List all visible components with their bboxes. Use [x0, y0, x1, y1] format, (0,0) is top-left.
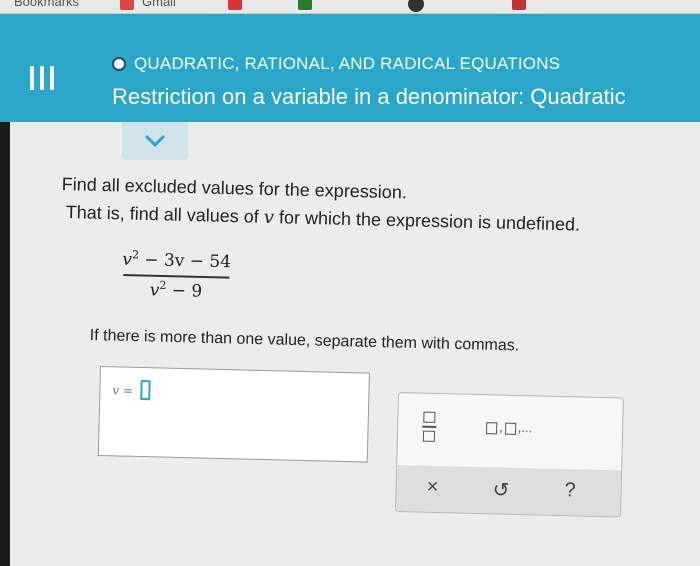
problem-panel: Find all excluded values for the express… [10, 122, 700, 566]
answer-label: v = [112, 383, 134, 398]
chevron-down-icon [145, 135, 165, 147]
app-header: QUADRATIC, RATIONAL, AND RADICAL EQUATIO… [0, 14, 700, 122]
question-text: for which the expression is undefined. [273, 207, 581, 235]
youtube-icon[interactable] [228, 0, 242, 10]
question-line-1: Find all excluded values for the express… [61, 174, 408, 203]
topic-text: QUADRATIC, RATIONAL, AND RADICAL EQUATIO… [134, 54, 561, 73]
sequence-dots: ,... [517, 419, 533, 436]
bookmark-circle-icon[interactable] [408, 0, 424, 12]
status-circle-icon [112, 57, 126, 71]
bookmark-gmail[interactable]: Gmail [142, 0, 176, 9]
topic-heading: QUADRATIC, RATIONAL, AND RADICAL EQUATIO… [112, 54, 560, 74]
gmail-icon[interactable] [120, 0, 134, 10]
numerator-terms: − 3v − 54 [138, 250, 232, 273]
math-toolbox: ,,... × ↺ ? [395, 392, 624, 518]
rational-expression: v2 − 3v − 54 v2 − 9 [121, 248, 232, 302]
instruction-text: If there is more than one value, separat… [89, 327, 520, 355]
numerator-variable: v [122, 249, 133, 270]
question-line-2: That is, find all values of v for which … [65, 202, 581, 236]
bookmark-bookmarks[interactable]: Bookmarks [14, 0, 79, 9]
bookmark-icon[interactable] [512, 0, 526, 10]
input-cursor-box[interactable] [140, 379, 151, 401]
sequence-tool-icon[interactable]: ,,... [485, 419, 533, 436]
bookmark-icon[interactable] [298, 0, 312, 10]
clear-icon[interactable]: × [426, 476, 438, 499]
question-text: That is, find all values of [65, 202, 265, 227]
toolbox-actions: × ↺ ? [396, 465, 624, 518]
numerator: v2 − 3v − 54 [121, 248, 232, 277]
fraction-tool-icon[interactable] [422, 411, 437, 442]
menu-icon[interactable] [30, 66, 54, 90]
expand-button[interactable] [122, 122, 188, 160]
answer-input[interactable]: v = [97, 366, 370, 463]
denominator: v2 − 9 [121, 275, 232, 301]
help-icon[interactable]: ? [564, 479, 576, 502]
undo-icon[interactable]: ↺ [492, 477, 509, 502]
denominator-terms: − 9 [166, 280, 203, 302]
bookmarks-bar: Bookmarks Gmail [0, 0, 700, 14]
page-title: Restriction on a variable in a denominat… [112, 84, 626, 109]
